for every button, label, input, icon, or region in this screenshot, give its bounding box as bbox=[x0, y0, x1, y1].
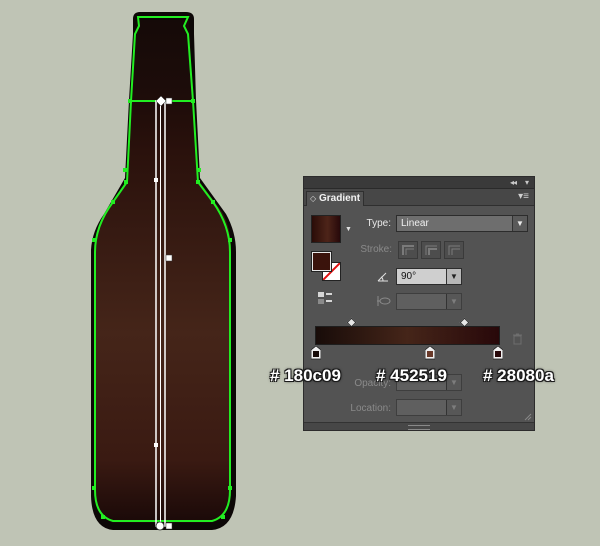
panel-menu-icon[interactable]: ▾≡ bbox=[518, 191, 529, 203]
angle-input[interactable]: 90° ▼ bbox=[396, 268, 462, 285]
stroke-within-button[interactable] bbox=[398, 241, 418, 259]
type-select[interactable]: Linear ▼ bbox=[396, 215, 528, 232]
bottle-body bbox=[95, 101, 231, 523]
stroke-label: Stroke: bbox=[360, 244, 392, 255]
aspect-ratio-input[interactable]: ▼ bbox=[396, 293, 462, 310]
angle-dropdown-icon[interactable]: ▼ bbox=[446, 269, 461, 284]
angle-value: 90° bbox=[401, 271, 417, 282]
fill-swatch[interactable] bbox=[311, 251, 332, 272]
location-input[interactable]: ▼ bbox=[396, 399, 462, 416]
grip-lines-icon bbox=[408, 425, 430, 430]
gradient-type-icon[interactable] bbox=[317, 291, 333, 305]
gradient-panel[interactable]: ◂◂ ▾ ◇ Gradient ▾≡ ▼ Type: Linear ▼ Stro… bbox=[303, 176, 535, 431]
fill-stroke-selector[interactable] bbox=[311, 251, 342, 282]
close-icon[interactable]: ▾ bbox=[525, 177, 529, 188]
swatch-dropdown-icon[interactable]: ▼ bbox=[345, 226, 352, 233]
stroke-along-icon bbox=[425, 245, 437, 255]
color-stop-1[interactable] bbox=[311, 346, 321, 360]
gradient-slider[interactable] bbox=[315, 326, 500, 345]
trash-icon[interactable] bbox=[511, 333, 523, 345]
angle-icon bbox=[377, 272, 388, 282]
opacity-dropdown-icon[interactable]: ▼ bbox=[446, 375, 461, 390]
location-dropdown-icon[interactable]: ▼ bbox=[446, 400, 461, 415]
color-stop-3[interactable] bbox=[493, 346, 503, 360]
stroke-across-button[interactable] bbox=[444, 241, 464, 259]
chevron-down-icon[interactable]: ▼ bbox=[512, 216, 527, 231]
aspect-ratio-icon bbox=[377, 296, 391, 306]
tab-gradient[interactable]: ◇ Gradient bbox=[306, 191, 364, 206]
tab-expand-icon[interactable]: ◇ bbox=[310, 192, 316, 206]
aspect-dropdown-icon[interactable]: ▼ bbox=[446, 294, 461, 309]
gradient-swatch[interactable] bbox=[311, 215, 341, 243]
tab-gradient-label: Gradient bbox=[319, 193, 361, 204]
bottle-neck bbox=[131, 20, 193, 101]
stroke-across-icon bbox=[448, 245, 460, 255]
resize-grip-icon[interactable] bbox=[524, 413, 532, 421]
stroke-within-icon bbox=[402, 245, 414, 255]
panel-tab-bar: ◇ Gradient ▾≡ bbox=[304, 189, 534, 206]
stop-1-hex-label: # 180c09 bbox=[270, 366, 341, 385]
panel-footer[interactable] bbox=[304, 422, 534, 430]
type-label: Type: bbox=[366, 218, 391, 229]
stroke-along-button[interactable] bbox=[421, 241, 441, 259]
stop-3-hex-label: # 28080a bbox=[483, 366, 554, 385]
panel-title-bar[interactable]: ◂◂ ▾ bbox=[304, 177, 534, 189]
location-label: Location: bbox=[350, 403, 391, 414]
type-value: Linear bbox=[401, 218, 429, 229]
color-stop-2[interactable] bbox=[425, 346, 435, 360]
collapse-icon[interactable]: ◂◂ bbox=[510, 177, 517, 188]
stop-2-hex-label: # 452519 bbox=[376, 366, 447, 385]
